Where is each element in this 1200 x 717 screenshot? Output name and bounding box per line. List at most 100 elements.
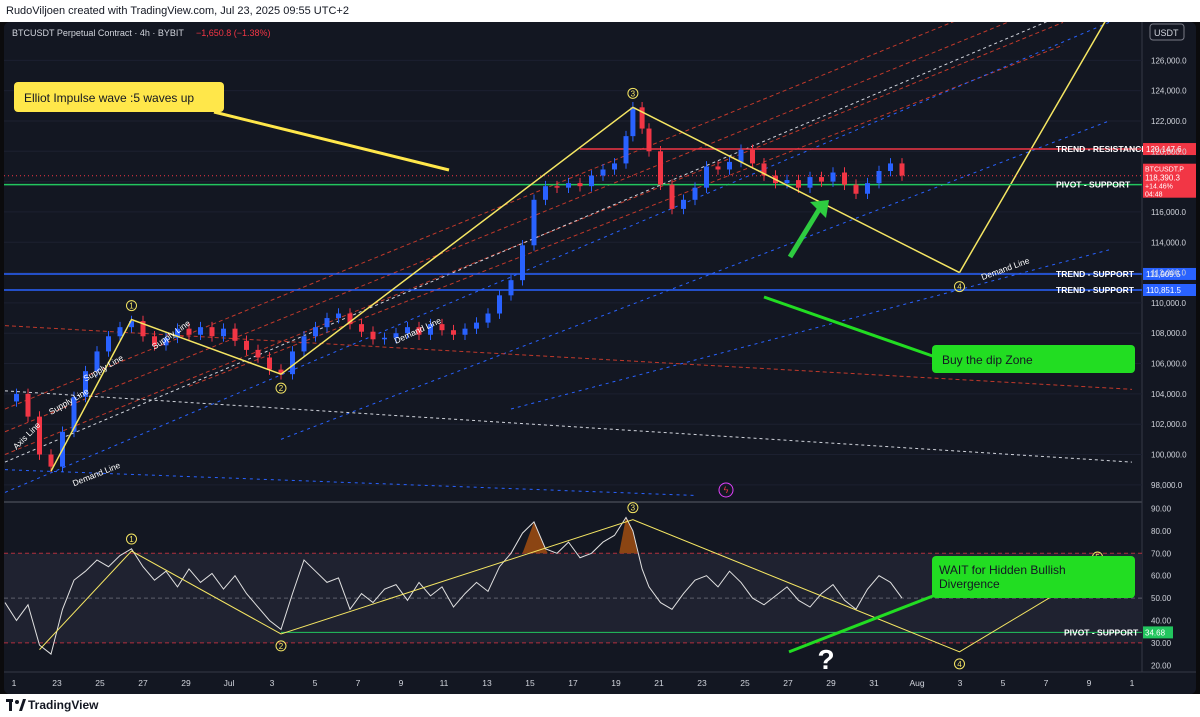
candle-body	[382, 337, 387, 340]
rsi-tick-label: 50.00	[1151, 594, 1172, 603]
time-tick-label: 27	[138, 678, 148, 688]
time-tick-label: Aug	[909, 678, 924, 688]
wait-callout-text: WAIT for Hidden Bullish	[939, 563, 1066, 577]
candle-body	[876, 171, 882, 184]
export-credit: RudoViljoen created with TradingView.com…	[6, 5, 349, 17]
candle-body	[232, 328, 238, 341]
rsi-level-value: 34.68	[1145, 628, 1166, 637]
candle-body	[899, 163, 905, 176]
candle-body	[531, 199, 537, 246]
candle-body	[796, 180, 801, 188]
alert-lightning-glyph: ϟ	[724, 485, 729, 495]
candle-body	[117, 327, 123, 337]
candle-body	[727, 161, 732, 170]
candle-body	[577, 183, 583, 187]
candle-body	[669, 184, 675, 209]
time-tick-label: 7	[356, 678, 361, 688]
last-price-change: +14.46%	[1145, 184, 1173, 191]
time-tick-label: 5	[1001, 678, 1006, 688]
candle-body	[784, 180, 790, 184]
rsi-tick-label: 30.00	[1151, 639, 1172, 648]
price-tick-label: 120,000.0	[1151, 147, 1187, 156]
candle-body	[630, 107, 636, 137]
time-tick-label: 15	[525, 678, 535, 688]
candle-body	[301, 336, 307, 352]
candle-body	[244, 340, 249, 350]
chart-frame: TREND - RESISTANCE 120,147.6 PIVOT - SUPPO…	[4, 22, 1196, 694]
candle-body	[290, 351, 295, 375]
price-tick-label: 114,000.0	[1151, 238, 1187, 247]
rsi-tick-label: 40.00	[1151, 616, 1172, 625]
time-tick-label: 1	[12, 678, 17, 688]
candle-body	[589, 175, 594, 187]
candle-body	[336, 313, 341, 319]
candle-body	[623, 136, 629, 164]
last-price-value: 118,390.3	[1145, 174, 1181, 183]
time-tick-label: 29	[826, 678, 836, 688]
candle-body	[267, 357, 272, 370]
wave-marker-label: 4	[957, 283, 962, 292]
candle-body	[485, 313, 491, 323]
price-tick-label: 116,000.0	[1151, 208, 1187, 217]
candle-body	[359, 324, 364, 332]
price-tick-label: 112,000.0	[1151, 269, 1187, 278]
time-tick-label: 11	[440, 678, 449, 688]
symbol-change: −1,650.8 (−1.38%)	[196, 28, 271, 38]
price-tick-label: 98,000.0	[1151, 481, 1183, 490]
candle-body	[830, 172, 836, 182]
candle-body	[106, 336, 111, 352]
time-tick-label: 19	[611, 678, 621, 688]
rsi-tick-label: 70.00	[1151, 549, 1172, 558]
time-tick-label: 23	[52, 678, 62, 688]
candle-body	[853, 184, 859, 194]
candle-body	[842, 172, 847, 185]
price-tick-label: 110,000.0	[1151, 299, 1187, 308]
candle-body	[600, 169, 606, 176]
candle-body	[186, 328, 192, 335]
wave-marker-label: 2	[279, 384, 284, 393]
level-price-label: 110,851.5	[1146, 286, 1182, 295]
currency-label: USDT	[1154, 28, 1179, 38]
candle-body	[692, 187, 698, 200]
rsi-wave-label: 2	[279, 642, 284, 651]
time-tick-label: 17	[568, 678, 578, 688]
footer-brand: TradingView	[28, 698, 99, 712]
time-tick-label: 21	[654, 678, 664, 688]
rsi-level-label: PIVOT - SUPPORT	[1064, 627, 1139, 637]
tradingview-logo-icon	[6, 699, 26, 711]
price-tick-label: 108,000.0	[1151, 329, 1187, 338]
candle-body	[750, 149, 755, 164]
rsi-wave-label: 1	[129, 535, 134, 544]
price-tick-label: 126,000.0	[1151, 56, 1187, 65]
candle-body	[37, 416, 42, 455]
time-tick-label: 9	[1087, 678, 1092, 688]
candle-body	[221, 328, 226, 337]
candle-body	[646, 128, 652, 152]
candle-body	[566, 183, 571, 188]
price-tick-label: 100,000.0	[1151, 451, 1187, 460]
candle-body	[520, 245, 525, 281]
last-price-countdown: 04:48	[1145, 192, 1163, 199]
candle-body	[25, 393, 31, 417]
wave-marker-label: 3	[631, 89, 636, 98]
time-tick-label: 13	[482, 678, 492, 688]
candle-body	[451, 330, 456, 335]
level-label: TREND - SUPPORT	[1056, 269, 1135, 279]
time-tick-label: 29	[181, 678, 191, 688]
candle-body	[658, 151, 663, 185]
price-tick-label: 102,000.0	[1151, 420, 1187, 429]
candle-body	[865, 183, 870, 194]
chart-canvas[interactable]: TREND - RESISTANCE 120,147.6PIVOT - SUPPO…	[4, 22, 1196, 694]
candle-body	[14, 393, 19, 402]
candle-body	[324, 318, 330, 328]
candle-body	[370, 331, 376, 340]
candle-body	[612, 163, 617, 170]
time-tick-label: 25	[740, 678, 750, 688]
time-tick-label: 3	[958, 678, 963, 688]
candle-body	[704, 166, 709, 188]
time-tick-label: 3	[270, 678, 275, 688]
candle-body	[474, 322, 479, 329]
candle-body	[198, 327, 203, 335]
candle-body	[715, 166, 721, 170]
candle-body	[807, 177, 813, 188]
